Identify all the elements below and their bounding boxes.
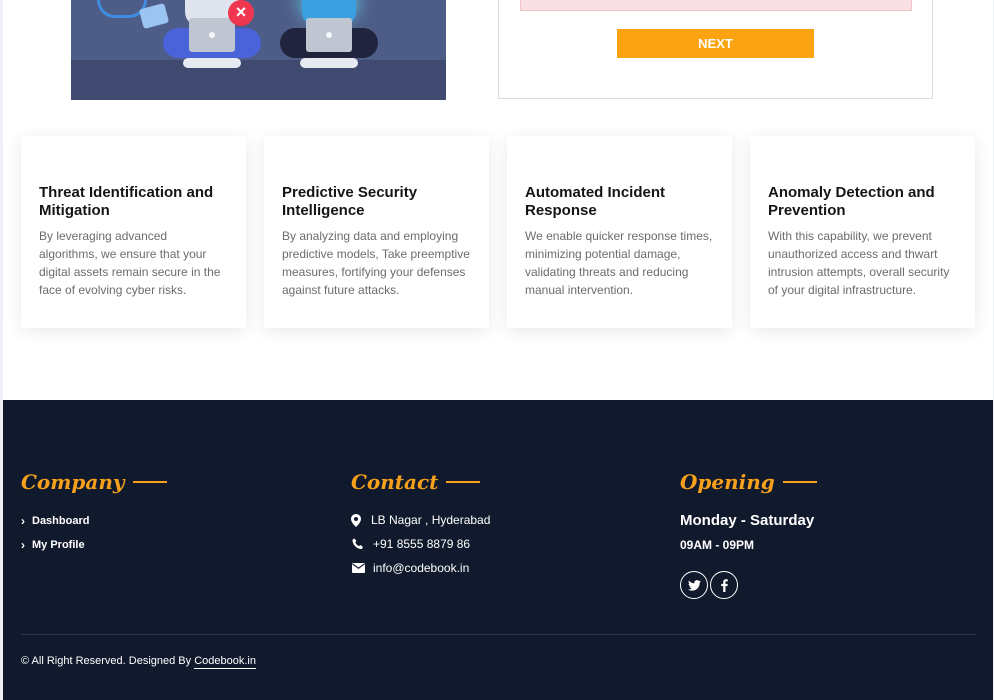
- company-heading: Company: [21, 470, 167, 494]
- hero-illustration: ×: [71, 0, 446, 100]
- form-input-field[interactable]: [520, 0, 912, 11]
- chevron-right-icon: ›: [21, 514, 25, 528]
- feature-card: Threat Identification and Mitigation By …: [21, 136, 246, 328]
- designer-link[interactable]: Codebook.in: [194, 655, 256, 669]
- feature-card: Anomaly Detection and Prevention With th…: [750, 136, 975, 328]
- feature-text: With this capability, we prevent unautho…: [768, 229, 950, 297]
- contact-phone: +91 8555 8879 86: [349, 537, 470, 551]
- footer-link-dashboard[interactable]: › Dashboard: [21, 514, 89, 528]
- contact-heading: Contact: [351, 470, 481, 494]
- next-button[interactable]: NEXT: [617, 29, 814, 58]
- opening-days: Monday - Saturday: [680, 512, 815, 529]
- feature-title: Automated Incident Response: [525, 184, 666, 219]
- page: × NEXT Threat Identification and Mitigat…: [3, 0, 993, 700]
- envelope-icon: [349, 563, 367, 573]
- feature-title: Threat Identification and Mitigation: [39, 184, 214, 219]
- twitter-icon[interactable]: [680, 571, 708, 599]
- laptop-icon: [306, 18, 352, 52]
- footer: Company › Dashboard › My Profile Contact…: [3, 400, 993, 700]
- feature-text: We enable quicker response times, minimi…: [525, 229, 713, 297]
- copyright: © All Right Reserved. Designed By Codebo…: [21, 655, 256, 669]
- phone-icon: [349, 538, 367, 550]
- feature-text: By leveraging advanced algorithms, we en…: [39, 229, 221, 297]
- feature-title: Anomaly Detection and Prevention: [768, 184, 935, 219]
- chevron-right-icon: ›: [21, 538, 25, 552]
- opening-hours: 09AM - 09PM: [680, 538, 755, 552]
- footer-link-my-profile[interactable]: › My Profile: [21, 538, 85, 552]
- form-panel: NEXT: [498, 0, 933, 99]
- feature-title: Predictive Security Intelligence: [282, 184, 418, 219]
- laptop-icon: [189, 18, 235, 52]
- footer-divider: [21, 634, 976, 635]
- feature-text: By analyzing data and employing predicti…: [282, 229, 470, 297]
- person-with-laptop-right: [274, 0, 384, 70]
- feature-card: Predictive Security Intelligence By anal…: [264, 136, 489, 328]
- contact-address: LB Nagar , Hyderabad: [347, 513, 490, 527]
- opening-heading: Opening: [680, 470, 817, 494]
- contact-email: info@codebook.in: [349, 561, 469, 575]
- feature-card: Automated Incident Response We enable qu…: [507, 136, 732, 328]
- map-marker-icon: [347, 513, 365, 527]
- facebook-icon[interactable]: [710, 571, 738, 599]
- error-x-icon: ×: [228, 0, 254, 26]
- feature-cards: Threat Identification and Mitigation By …: [21, 136, 976, 328]
